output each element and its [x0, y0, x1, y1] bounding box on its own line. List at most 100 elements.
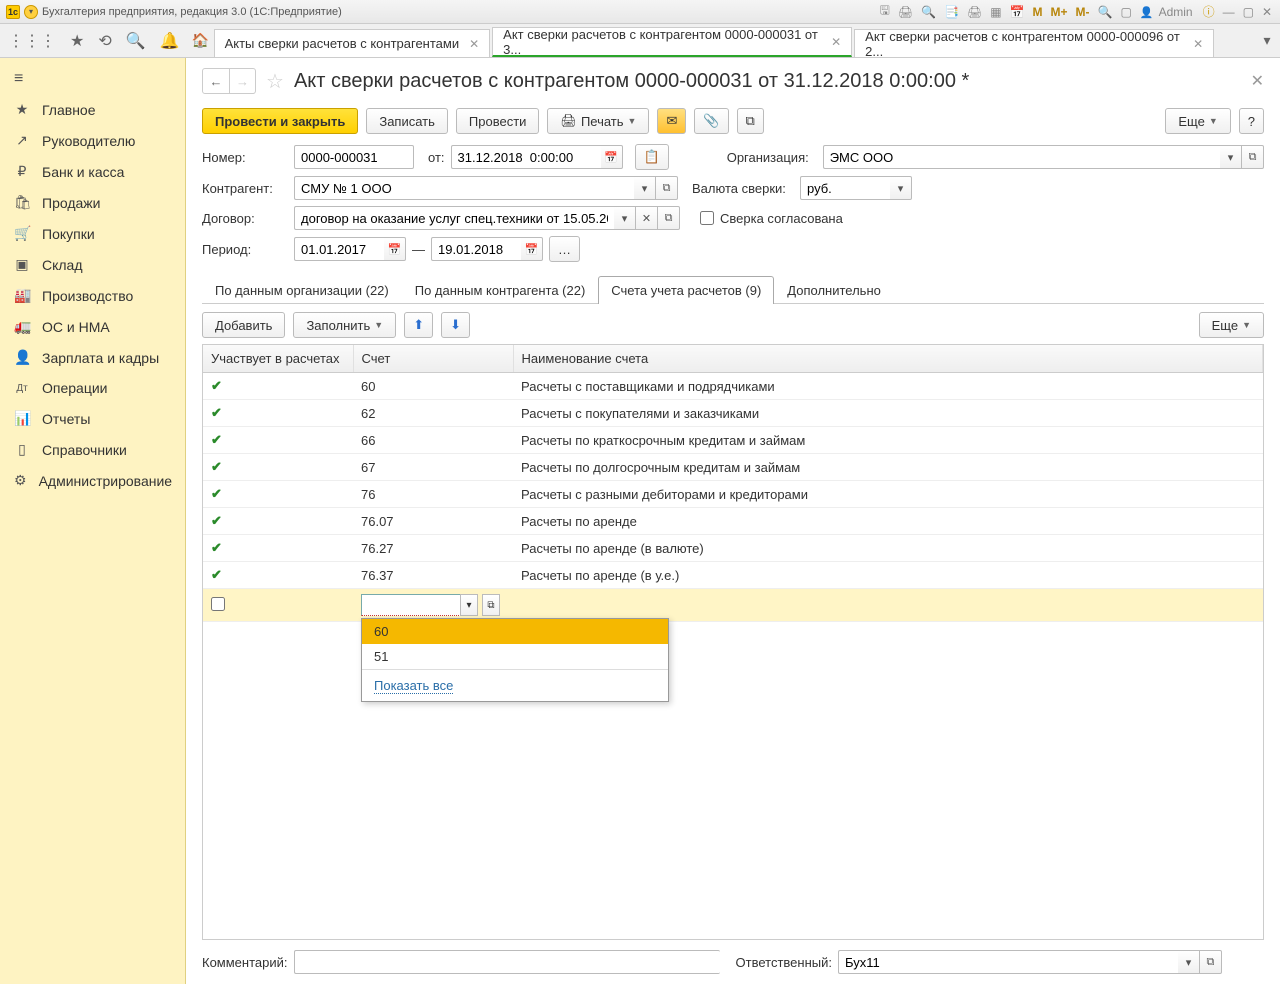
account-cell[interactable]: 66 — [353, 427, 513, 454]
user-label[interactable]: 👤 Admin — [1138, 5, 1197, 19]
m-icon[interactable]: M — [1030, 5, 1044, 19]
tabbar-more-icon[interactable]: ▾ — [1254, 24, 1280, 57]
document-close-icon[interactable]: ✕ — [1251, 71, 1264, 91]
col-account[interactable]: Счет — [353, 345, 513, 373]
nav-back-button[interactable]: ← — [203, 69, 229, 93]
date-input[interactable] — [451, 145, 601, 169]
table-row-editing[interactable]: ▾⧉6051Показать все — [203, 589, 1263, 622]
post-button[interactable]: Провести — [456, 108, 540, 134]
table-more-button[interactable]: Еще▼ — [1199, 312, 1264, 338]
table-row[interactable]: ✔76.37Расчеты по аренде (в у.е.) — [203, 562, 1263, 589]
table-row[interactable]: ✔62Расчеты с покупателями и заказчиками — [203, 400, 1263, 427]
maximize-icon[interactable]: ▢ — [1241, 5, 1256, 19]
check-icon[interactable]: ✔ — [211, 378, 222, 393]
check-icon[interactable]: ✔ — [211, 540, 222, 555]
add-row-button[interactable]: Добавить — [202, 312, 285, 338]
move-up-button[interactable]: ⬆ — [404, 312, 433, 338]
favorite-toggle-icon[interactable]: ☆ — [266, 69, 284, 94]
check-icon[interactable]: ✔ — [211, 513, 222, 528]
search-icon[interactable]: 🔍 — [126, 31, 146, 51]
account-cell[interactable]: 76.37 — [353, 562, 513, 589]
table-row[interactable]: ✔76.27Расчеты по аренде (в валюте) — [203, 535, 1263, 562]
fill-button[interactable]: Заполнить▼ — [293, 312, 396, 338]
account-dropdown-button[interactable]: ▾ — [460, 594, 478, 616]
sidebar-item-manager[interactable]: ↗Руководителю — [0, 125, 185, 156]
number-input[interactable] — [294, 145, 414, 169]
contract-open-button[interactable]: ⧉ — [658, 206, 680, 230]
period-from-calendar-button[interactable]: 📅 — [384, 237, 406, 261]
history-icon[interactable]: ⟲ — [98, 31, 111, 51]
sidebar-item-operations[interactable]: ДтОперации — [0, 373, 185, 403]
subtab-org-data[interactable]: По данным организации (22) — [202, 276, 402, 304]
responsible-select-button[interactable]: ▾ — [1178, 950, 1200, 974]
check-icon[interactable]: ✔ — [211, 486, 222, 501]
m-minus-icon[interactable]: M- — [1074, 5, 1092, 19]
account-cell[interactable]: 62 — [353, 400, 513, 427]
tab-close-icon[interactable]: ✕ — [1193, 37, 1203, 51]
col-participates[interactable]: Участвует в расчетах — [203, 345, 353, 373]
sidebar-item-reports[interactable]: 📊Отчеты — [0, 403, 185, 434]
dropdown-option[interactable]: 51 — [362, 644, 668, 669]
account-cell[interactable]: 76 — [353, 481, 513, 508]
check-icon[interactable]: ✔ — [211, 567, 222, 582]
sidebar-item-assets[interactable]: 🚛ОС и НМА — [0, 311, 185, 342]
currency-select-button[interactable]: ▾ — [890, 176, 912, 200]
nav-forward-button[interactable]: → — [229, 69, 255, 93]
org-select-button[interactable]: ▾ — [1220, 145, 1242, 169]
close-icon[interactable]: ✕ — [1260, 5, 1274, 19]
structure-button[interactable]: ⧉ — [737, 108, 764, 134]
subtab-partner-data[interactable]: По данным контрагента (22) — [402, 276, 599, 304]
tab-close-icon[interactable]: ✕ — [469, 37, 479, 51]
calendar-button[interactable]: 📅 — [601, 145, 623, 169]
favorite-icon[interactable]: ★ — [70, 31, 84, 51]
sidebar-item-main[interactable]: ★Главное — [0, 94, 185, 125]
subtab-accounts[interactable]: Счета учета расчетов (9) — [598, 276, 774, 304]
partner-select-button[interactable]: ▾ — [634, 176, 656, 200]
table-row[interactable]: ✔76.07Расчеты по аренде — [203, 508, 1263, 535]
sidebar-item-payroll[interactable]: 👤Зарплата и кадры — [0, 342, 185, 373]
grid-icon[interactable]: ▦ — [988, 5, 1003, 19]
sidebar-item-purchases[interactable]: 🛒Покупки — [0, 218, 185, 249]
check-icon[interactable]: ✔ — [211, 459, 222, 474]
period-picker-button[interactable]: … — [549, 236, 580, 262]
stamp-button[interactable]: 📋 — [635, 144, 669, 170]
tab-act-000096[interactable]: Акт сверки расчетов с контрагентом 0000-… — [854, 29, 1214, 57]
more-button[interactable]: Еще▼ — [1165, 108, 1230, 134]
responsible-open-button[interactable]: ⧉ — [1200, 950, 1222, 974]
contract-select-button[interactable]: ▾ — [614, 206, 636, 230]
account-editor[interactable]: ▾⧉6051Показать все — [361, 594, 505, 616]
info-icon[interactable]: ⓘ — [1201, 3, 1217, 20]
panels-icon[interactable]: ▢ — [1118, 5, 1133, 19]
partner-open-button[interactable]: ⧉ — [656, 176, 678, 200]
bell-icon[interactable]: 🔔 — [160, 31, 180, 51]
save-button[interactable]: Записать — [366, 108, 448, 134]
print-button[interactable]: 🖨Печать▼ — [547, 108, 649, 134]
sidebar-item-catalogs[interactable]: ▯Справочники — [0, 434, 185, 465]
sidebar-item-bank[interactable]: ₽Банк и касса — [0, 156, 185, 187]
sidebar-item-sales[interactable]: 🛍Продажи — [0, 187, 185, 218]
sidebar-item-admin[interactable]: ⚙Администрирование — [0, 465, 185, 496]
currency-input[interactable] — [800, 176, 890, 200]
table-row[interactable]: ✔66Расчеты по краткосрочным кредитам и з… — [203, 427, 1263, 454]
table-row[interactable]: ✔67Расчеты по долгосрочным кредитам и за… — [203, 454, 1263, 481]
table-row[interactable]: ✔60Расчеты с поставщиками и подрядчиками — [203, 373, 1263, 400]
account-cell[interactable]: 60 — [353, 373, 513, 400]
save-icon[interactable]: 🖫 — [878, 1, 892, 22]
apps-icon[interactable]: ⋮⋮⋮ — [8, 31, 56, 51]
tab-acts-list[interactable]: Акты сверки расчетов с контрагентами ✕ — [214, 29, 491, 57]
compare-icon[interactable]: 📑 — [942, 5, 961, 19]
preview-icon[interactable]: 🔍 — [919, 5, 938, 19]
responsible-input[interactable] — [838, 950, 1178, 974]
app-menu-dropdown-icon[interactable]: ▾ — [24, 5, 38, 19]
post-and-close-button[interactable]: Провести и закрыть — [202, 108, 358, 134]
sidebar-toggle-icon[interactable]: ≡ — [0, 64, 185, 94]
zoom-icon[interactable]: 🔍 — [1096, 5, 1115, 19]
attach-button[interactable]: 📎 — [694, 108, 728, 134]
printer-icon[interactable]: 🖨 — [965, 5, 984, 19]
sidebar-item-production[interactable]: 🏭Производство — [0, 280, 185, 311]
period-from-input[interactable] — [294, 237, 384, 261]
contract-clear-button[interactable]: ✕ — [636, 206, 658, 230]
period-to-input[interactable] — [431, 237, 521, 261]
account-cell[interactable]: 76.07 — [353, 508, 513, 535]
m-plus-icon[interactable]: M+ — [1048, 5, 1069, 19]
